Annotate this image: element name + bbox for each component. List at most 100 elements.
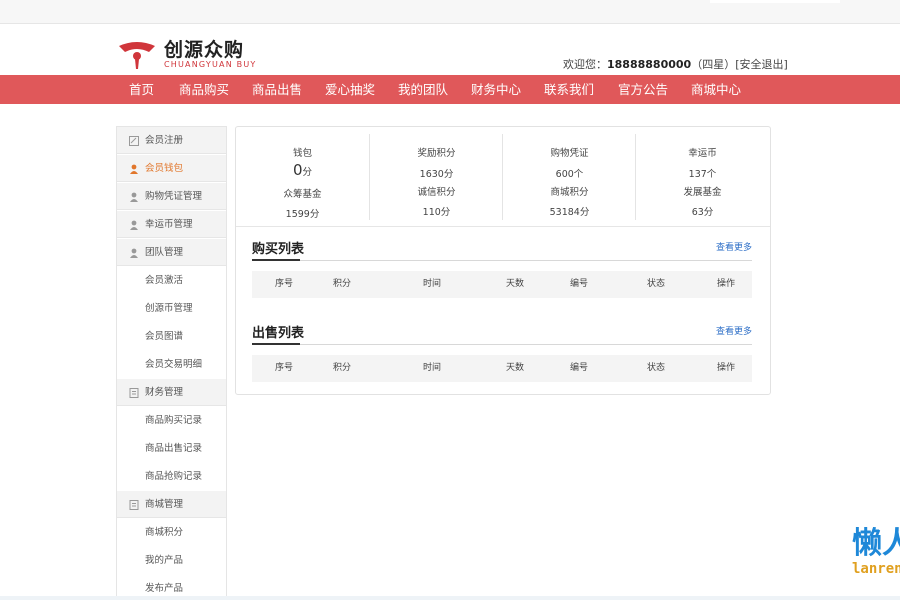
sidebar-item-finance[interactable]: 财务管理 — [117, 379, 226, 406]
document-icon — [129, 388, 139, 398]
stat-label: 发展基金 — [683, 187, 722, 198]
column-header: 天数 — [505, 363, 524, 373]
stat-value: 1630分 — [419, 169, 454, 180]
nav-item-home[interactable]: 首页 — [129, 75, 154, 104]
welcome-prefix: 欢迎您： — [563, 58, 607, 71]
sidebar-item-label: 商品出售记录 — [145, 443, 203, 454]
stat-reward-points: 奖励积分 1630分 诚信积分 110分 — [369, 134, 502, 220]
sidebar-item-label: 幸运币管理 — [145, 219, 193, 230]
sidebar-item-label: 商城管理 — [145, 499, 184, 510]
user-icon — [130, 220, 138, 230]
sidebar-item-buy-records[interactable]: 商品购买记录 — [117, 407, 226, 434]
top-strip — [0, 0, 900, 24]
main-nav: 首页 商品购买 商品出售 爱心抽奖 我的团队 财务中心 联系我们 官方公告 商城… — [0, 75, 900, 104]
column-header: 时间 — [422, 363, 441, 373]
stat-label: 钱包 — [292, 148, 312, 159]
stat-value: 110分 — [422, 207, 451, 218]
bottom-strip — [0, 596, 900, 600]
sidebar-item-lucky-coin[interactable]: 幸运币管理 — [117, 211, 226, 238]
brand-name: 创源众购 — [164, 39, 245, 61]
column-header: 时间 — [422, 279, 441, 289]
column-header: 序号 — [274, 279, 293, 289]
stat-label: 购物凭证 — [550, 148, 589, 159]
sidebar-item-mall-manage[interactable]: 商城管理 — [117, 491, 226, 518]
brand-name-en: CHUANGYUAN BUY — [164, 60, 257, 69]
stat-label: 众筹基金 — [283, 189, 322, 200]
welcome-text: 欢迎您：18888880000（四星）[安全退出] — [563, 56, 788, 72]
nav-item-contact[interactable]: 联系我们 — [544, 75, 594, 104]
watermark-en: lanren — [852, 561, 900, 577]
nav-item-team[interactable]: 我的团队 — [398, 75, 448, 104]
watermark-cn: 懒人 — [852, 527, 900, 561]
column-header: 积分 — [332, 363, 351, 373]
nav-item-mall[interactable]: 商城中心 — [691, 75, 741, 104]
sidebar-item-label: 会员注册 — [145, 135, 184, 146]
sidebar-item-label: 会员钱包 — [145, 163, 184, 174]
nav-item-finance[interactable]: 财务中心 — [471, 75, 521, 104]
column-header: 操作 — [716, 279, 735, 289]
sidebar-item-label: 会员图谱 — [145, 331, 184, 342]
nav-item-sell[interactable]: 商品出售 — [252, 75, 302, 104]
sidebar-item-label: 财务管理 — [145, 387, 184, 398]
sell-list-header: 序号 积分 时间 天数 编号 状态 操作 — [252, 355, 752, 382]
account-level: （四星） — [691, 58, 736, 71]
sidebar-item-my-products[interactable]: 我的产品 — [117, 547, 226, 574]
sidebar-item-label: 购物凭证管理 — [145, 191, 203, 202]
nav-item-lottery[interactable]: 爱心抽奖 — [325, 75, 375, 104]
user-icon — [130, 164, 138, 174]
sidebar-item-label: 团队管理 — [145, 247, 184, 258]
user-icon — [130, 248, 138, 258]
column-header: 序号 — [274, 363, 293, 373]
sell-list-divider — [252, 343, 752, 345]
sidebar-item-member-map[interactable]: 会员图谱 — [117, 323, 226, 350]
sell-list-more-link[interactable]: 查看更多 — [716, 324, 752, 337]
sidebar-item-member-register[interactable]: 会员注册 — [117, 127, 226, 154]
watermark: 懒人 lanren — [852, 527, 900, 587]
sidebar-item-coin-manage[interactable]: 创源币管理 — [117, 295, 226, 322]
logout-link[interactable]: [安全退出] — [735, 58, 788, 71]
account-phone: 18888880000 — [607, 58, 692, 71]
buy-list-divider — [252, 259, 752, 261]
sidebar-item-voucher[interactable]: 购物凭证管理 — [117, 183, 226, 210]
nav-item-announcement[interactable]: 官方公告 — [618, 75, 668, 104]
nav-item-buy[interactable]: 商品购买 — [179, 75, 229, 104]
column-header: 积分 — [332, 279, 351, 289]
stat-value: 137个 — [688, 169, 717, 180]
sidebar-item-transactions[interactable]: 会员交易明细 — [117, 351, 226, 378]
logo-mark-icon — [119, 42, 155, 69]
buy-list-title: 购买列表 — [252, 242, 305, 257]
sidebar-item-sell-records[interactable]: 商品出售记录 — [117, 435, 226, 462]
edit-icon — [129, 136, 139, 146]
sell-list-title: 出售列表 — [252, 326, 305, 341]
column-header: 状态 — [646, 279, 665, 289]
sidebar-item-team[interactable]: 团队管理 — [117, 239, 226, 266]
stat-value: 53184分 — [549, 207, 590, 218]
stat-label: 商城积分 — [550, 187, 589, 198]
stat-label: 诚信积分 — [417, 187, 456, 198]
brand-logo[interactable]: 创源众购 CHUANGYUAN BUY — [116, 38, 257, 72]
stat-label: 幸运币 — [688, 148, 717, 159]
column-header: 操作 — [716, 363, 735, 373]
sidebar-item-rush-records[interactable]: 商品抢购记录 — [117, 463, 226, 490]
sidebar-item-activate[interactable]: 会员激活 — [117, 267, 226, 294]
sidebar-item-label: 会员激活 — [145, 275, 184, 286]
stat-value: 600个 — [555, 169, 584, 180]
stats-summary: 钱包 0分 众筹基金 1599分 奖励积分 1630分 诚信积分 110分 购物… — [236, 127, 770, 227]
buy-list-header: 序号 积分 时间 天数 编号 状态 操作 — [252, 271, 752, 298]
stat-label: 奖励积分 — [417, 148, 456, 159]
stat-value: 0分 — [236, 161, 369, 179]
stat-value: 1599分 — [285, 209, 320, 220]
sidebar-item-mall-points[interactable]: 商城积分 — [117, 519, 226, 546]
stat-value-number: 0 — [292, 161, 303, 179]
stat-value: 63分 — [691, 207, 714, 218]
column-header: 编号 — [569, 279, 588, 289]
stat-lucky-coin: 幸运币 137个 发展基金 63分 — [635, 134, 768, 220]
sidebar-item-label: 商品购买记录 — [145, 415, 203, 426]
sidebar-item-label: 商品抢购记录 — [145, 471, 203, 482]
user-icon — [130, 192, 138, 202]
sidebar: 会员注册 会员钱包 购物凭证管理 幸运币管理 团队管理 会员激活 创源币管理 会… — [116, 126, 227, 600]
buy-list-more-link[interactable]: 查看更多 — [716, 240, 752, 253]
sidebar-item-label: 创源币管理 — [145, 303, 193, 314]
sidebar-item-member-wallet[interactable]: 会员钱包 — [117, 155, 226, 182]
column-header: 编号 — [569, 363, 588, 373]
